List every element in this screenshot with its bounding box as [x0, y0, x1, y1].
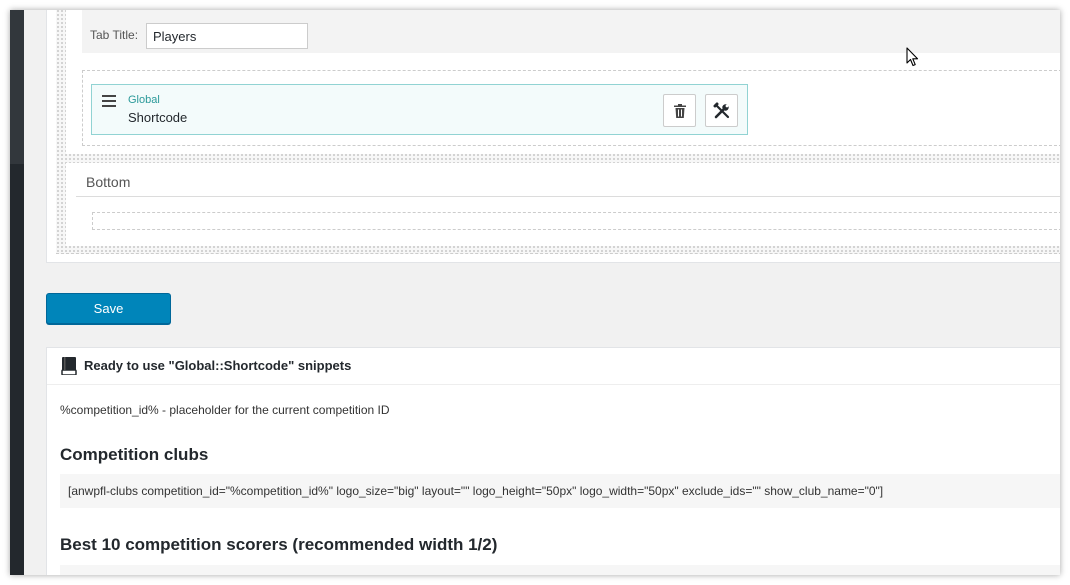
shortcode-snippet[interactable] [60, 565, 1060, 575]
book-icon [61, 357, 77, 375]
trash-icon [673, 103, 686, 118]
snippets-header: Ready to use "Global::Shortcode" snippet… [47, 348, 1060, 385]
save-button[interactable]: Save [46, 293, 171, 324]
tab-title-label: Tab Title: [90, 28, 139, 42]
section-heading: Best 10 competition scorers (recommended… [60, 535, 498, 554]
shortcode-snippet[interactable]: [anwpfl-clubs competition_id="%competiti… [60, 474, 1060, 508]
widget-category: Global [128, 94, 160, 106]
placeholder-token: %competition_id% [60, 403, 159, 417]
widget-settings-button[interactable] [705, 94, 738, 127]
tab-title-input[interactable] [146, 23, 308, 49]
app-window: Tab Title: Global Shortcode [10, 10, 1060, 575]
mouse-cursor-icon [906, 47, 919, 67]
tab-section: Tab Title: Global Shortcode [66, 10, 1060, 154]
drag-handle-icon[interactable] [102, 95, 116, 107]
shortcode-widget[interactable]: Global Shortcode [91, 84, 748, 135]
widget-name: Shortcode [128, 110, 188, 125]
snippets-panel: Ready to use "Global::Shortcode" snippet… [46, 347, 1060, 575]
bottom-drop-zone[interactable] [92, 212, 1060, 230]
section-heading: Competition clubs [60, 445, 209, 464]
admin-sidebar [10, 10, 24, 575]
tab-drop-zone[interactable]: Global Shortcode [82, 70, 1060, 146]
placeholder-note: %competition_id% - placeholder for the c… [60, 403, 390, 417]
divider [76, 196, 1060, 197]
tools-icon [713, 102, 729, 118]
snippets-title: Ready to use "Global::Shortcode" snippet… [84, 358, 352, 373]
bottom-section: Bottom [66, 163, 1060, 246]
placeholder-description: - placeholder for the current competitio… [158, 403, 390, 417]
bottom-section-label: Bottom [86, 174, 131, 190]
delete-widget-button[interactable] [663, 94, 696, 127]
